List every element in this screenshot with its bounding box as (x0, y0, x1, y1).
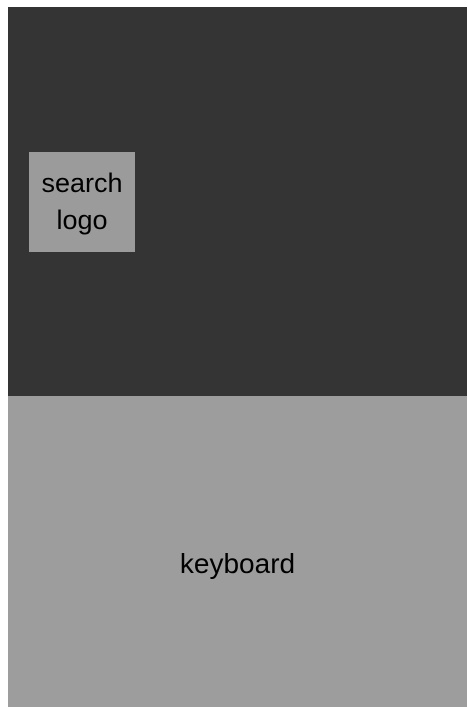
app-screen: search logo keyboard (8, 7, 467, 707)
keyboard-label: keyboard (179, 547, 296, 579)
keyboard[interactable]: keyboard (8, 396, 467, 707)
search-logo: search logo (29, 152, 135, 252)
search-screen-area: search logo (8, 7, 467, 396)
